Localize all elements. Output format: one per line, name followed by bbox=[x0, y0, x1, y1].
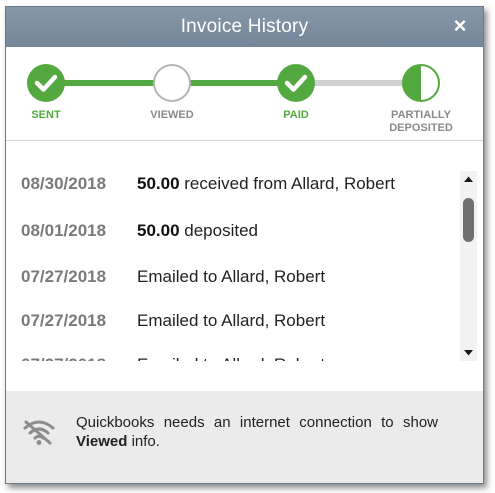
step-deposited-label-line2: DEPOSITED bbox=[389, 122, 453, 134]
track-paid-deposited bbox=[314, 80, 414, 86]
history-amount: 50.00 bbox=[137, 174, 180, 193]
step-viewed-circle-icon bbox=[153, 64, 191, 102]
step-paid-label: PAID bbox=[283, 109, 309, 121]
history-desc: 50.00 received from Allard, Robert bbox=[137, 172, 395, 196]
history-list: 08/30/2018 50.00 received from Allard, R… bbox=[6, 141, 460, 361]
history-desc: Emailed to Allard, Robert bbox=[137, 311, 326, 330]
list-bottom-space bbox=[6, 361, 483, 391]
invoice-history-window: Invoice History × SENT VIEWED PAID PARTI… bbox=[5, 6, 484, 484]
scrollbar-thumb[interactable] bbox=[463, 198, 474, 242]
step-sent-check-icon bbox=[27, 64, 65, 102]
window-title: Invoice History bbox=[180, 16, 309, 37]
scroll-down-arrow-icon[interactable] bbox=[460, 344, 477, 361]
scroll-up-arrow-icon[interactable] bbox=[460, 171, 477, 188]
wifi-off-icon bbox=[22, 417, 56, 452]
history-date: 07/27/2018 bbox=[21, 267, 107, 286]
connection-message-viewed: Viewed bbox=[76, 433, 128, 450]
connection-notice: Quickbooks needs an internet connection … bbox=[6, 391, 483, 483]
step-viewed-label: VIEWED bbox=[150, 109, 194, 121]
history-desc: 50.00 deposited bbox=[137, 219, 258, 243]
step-deposited-half-icon bbox=[402, 64, 440, 102]
history-desc: Emailed to Allard, Robert bbox=[137, 353, 325, 361]
history-date: 07/27/2018 bbox=[21, 311, 107, 330]
history-desc: Emailed to Allard, Robert bbox=[137, 267, 326, 286]
history-date: 07/27/2018 bbox=[21, 353, 106, 361]
status-progress: SENT VIEWED PAID PARTIALLY DEPOSITED bbox=[6, 47, 483, 140]
title-bar: Invoice History × bbox=[6, 7, 483, 47]
history-amount: 50.00 bbox=[137, 221, 180, 240]
step-deposited-label-line1: PARTIALLY bbox=[391, 109, 451, 121]
step-deposited-label: PARTIALLY DEPOSITED bbox=[371, 109, 471, 135]
connection-message: Quickbooks needs an internet connection … bbox=[76, 413, 438, 451]
step-sent-label: SENT bbox=[31, 109, 61, 121]
connection-message-text: Quickbooks needs an internet connection … bbox=[76, 414, 438, 431]
history-date: 08/30/2018 bbox=[21, 174, 107, 193]
history-scrollbar[interactable] bbox=[460, 171, 477, 361]
history-date: 08/01/2018 bbox=[21, 221, 107, 240]
history-text: deposited bbox=[179, 221, 258, 240]
history-text: received from Allard, Robert bbox=[179, 174, 395, 193]
step-paid-check-icon bbox=[277, 64, 315, 102]
connection-message-end: info. bbox=[127, 433, 160, 450]
close-icon[interactable]: × bbox=[449, 15, 471, 37]
